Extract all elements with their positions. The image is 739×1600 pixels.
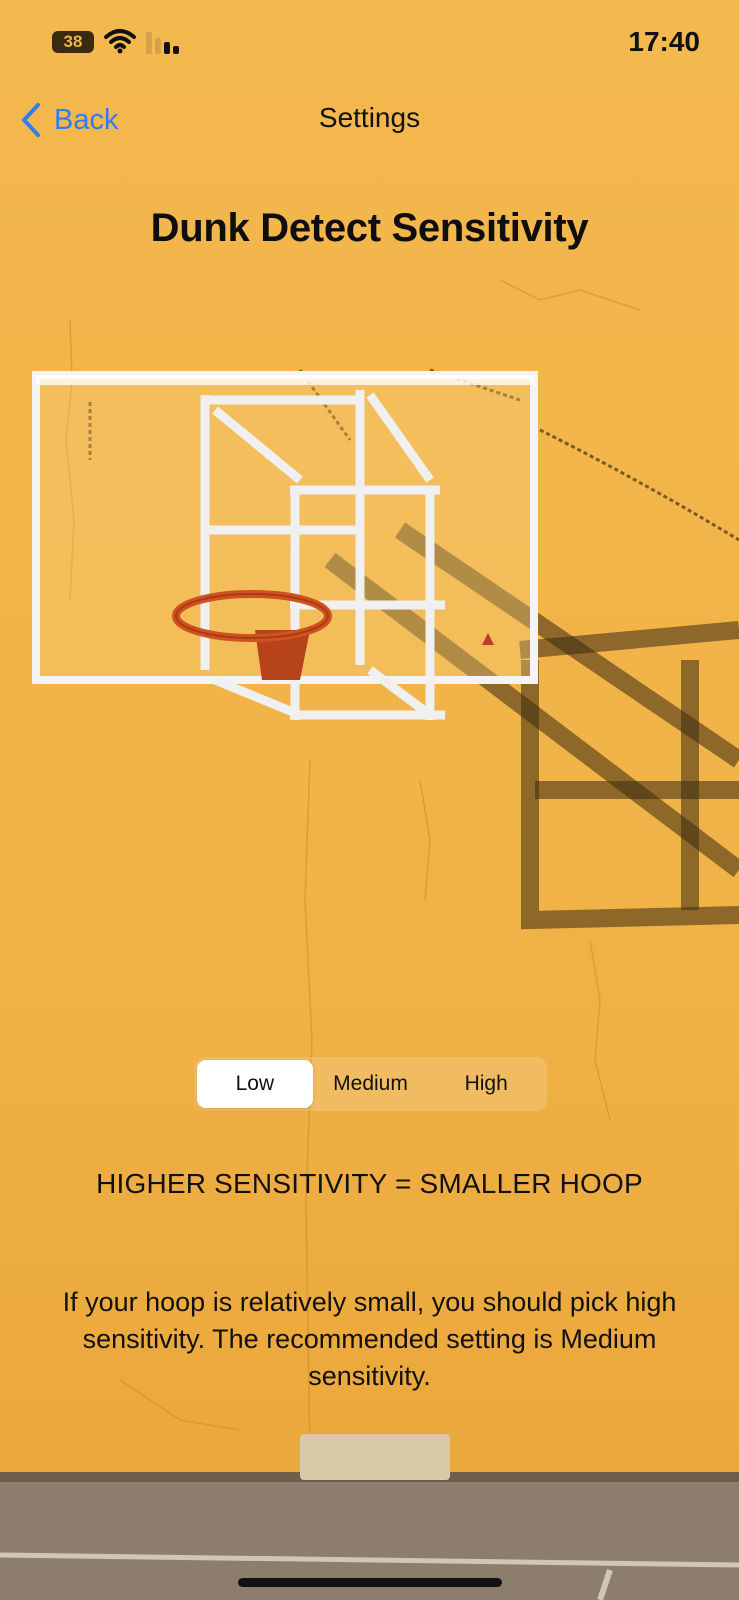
segment-medium[interactable]: Medium: [313, 1060, 429, 1108]
signal-icon: [146, 32, 179, 54]
navigation-bar: Back Settings: [0, 92, 739, 148]
segment-low[interactable]: Low: [197, 1060, 313, 1108]
basketball-hoop-illustration: [32, 368, 739, 930]
sensitivity-segmented-control: Low Medium High: [194, 1057, 547, 1111]
sensitivity-description: If your hoop is relatively small, you sh…: [62, 1287, 677, 1391]
home-indicator[interactable]: [238, 1578, 502, 1587]
nav-title: Settings: [318, 102, 421, 133]
page-title: Dunk Detect Sensitivity: [150, 206, 589, 250]
status-bar: 38 17:40: [0, 0, 739, 84]
battery-level: 38: [63, 32, 83, 51]
wifi-icon: [104, 29, 136, 54]
segment-high[interactable]: High: [428, 1060, 544, 1108]
battery-icon: 38: [52, 31, 94, 53]
sensitivity-tagline: HIGHER SENSITIVITY = SMALLER HOOP: [96, 1168, 643, 1199]
status-time: 17:40: [628, 26, 700, 57]
